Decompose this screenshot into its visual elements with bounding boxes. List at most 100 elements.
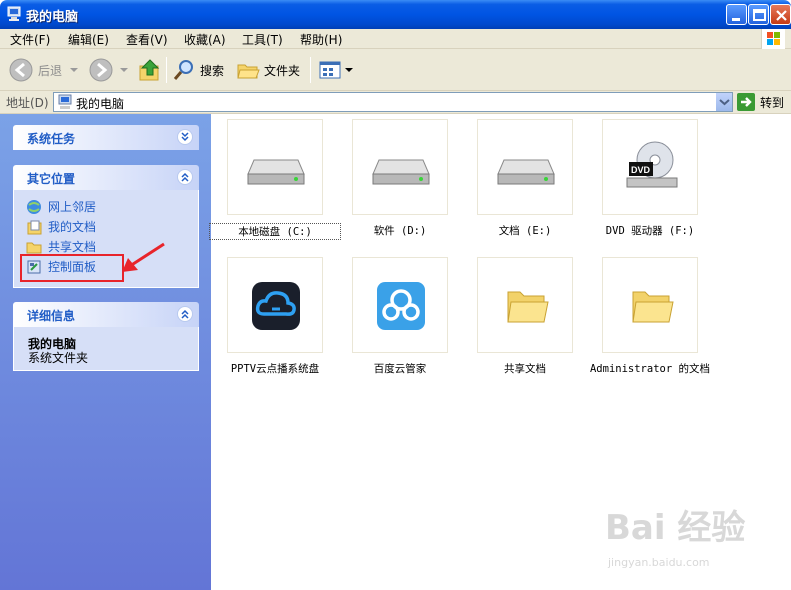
- item-thumbnail: [352, 119, 448, 215]
- minimize-button[interactable]: [726, 4, 747, 25]
- details-title: 详细信息: [27, 309, 76, 323]
- computer-icon: [7, 6, 21, 21]
- hard-drive-icon: [497, 159, 555, 185]
- maximize-button[interactable]: [748, 4, 769, 25]
- item-thumbnail: [352, 257, 448, 353]
- system-tasks-header[interactable]: 系统任务: [13, 125, 199, 150]
- views-icon: [319, 61, 341, 79]
- menu-help[interactable]: 帮助(H): [300, 31, 342, 48]
- pptv-cloud-icon: [252, 282, 300, 330]
- item-thumbnail: [477, 257, 573, 353]
- forward-arrow-icon: [89, 58, 113, 82]
- windows-logo-icon: [761, 29, 785, 49]
- menu-favorites[interactable]: 收藏(A): [184, 31, 226, 48]
- item-thumbnail: [227, 257, 323, 353]
- item-label: DVD 驱动器 (F:): [605, 225, 695, 237]
- red-arrow-annotation: [122, 242, 165, 272]
- task-pane: 系统任务 其它位置 网上邻居 我的文档 共享文档 控制面板 详细信息 我的电脑 …: [0, 114, 211, 590]
- link-my-documents[interactable]: 我的文档: [26, 218, 96, 235]
- address-field[interactable]: 我的电脑: [53, 92, 733, 112]
- other-places-title: 其它位置: [27, 172, 76, 186]
- system-tasks-title: 系统任务: [27, 132, 76, 146]
- back-button[interactable]: 后退: [8, 52, 80, 88]
- address-dropdown-button[interactable]: [715, 93, 732, 111]
- hard-drive-icon: [247, 159, 305, 185]
- collapse-chevron-icon[interactable]: [177, 306, 193, 322]
- details-header[interactable]: 详细信息: [13, 302, 199, 327]
- expand-chevron-icon[interactable]: [177, 129, 193, 145]
- minimize-icon: [732, 18, 740, 21]
- window-title: 我的电脑: [26, 10, 79, 25]
- maximize-icon: [753, 9, 766, 21]
- menu-file[interactable]: 文件(F): [10, 31, 50, 48]
- menu-edit[interactable]: 编辑(E): [68, 31, 109, 48]
- item-thumbnail: [227, 119, 323, 215]
- toolbar: 后退 搜索 文件夹: [0, 49, 791, 91]
- back-label: 后退: [38, 63, 63, 78]
- item-thumbnail: DVD: [602, 119, 698, 215]
- folders-icon: [237, 64, 260, 79]
- dvd-drive-icon: DVD: [626, 141, 678, 188]
- up-folder-icon: [139, 59, 160, 81]
- menu-view[interactable]: 查看(V): [126, 31, 168, 48]
- folder-icon: [632, 291, 674, 323]
- forward-button[interactable]: [88, 52, 130, 88]
- address-bar: 地址(D) 我的电脑 转到: [0, 91, 791, 114]
- link-label: 网上邻居: [48, 200, 97, 214]
- baidu-cloud-icon: [377, 282, 425, 330]
- item-label: Administrator 的文档: [589, 363, 710, 375]
- go-button[interactable]: 转到: [737, 93, 784, 111]
- item-thumbnail: [477, 119, 573, 215]
- folders-label: 文件夹: [264, 63, 301, 78]
- chevron-down-icon: [345, 68, 353, 72]
- details-panel: 详细信息 我的电脑 系统文件夹: [13, 302, 199, 371]
- folders-button[interactable]: 文件夹: [236, 52, 300, 88]
- highlight-box: [20, 254, 124, 282]
- my-documents-icon: [27, 220, 42, 234]
- back-arrow-icon: [9, 58, 33, 82]
- link-shared-documents[interactable]: 共享文档: [26, 238, 96, 255]
- svg-text:DVD: DVD: [631, 165, 651, 175]
- menu-bar: 文件(F) 编辑(E) 查看(V) 收藏(A) 工具(T) 帮助(H): [0, 29, 791, 49]
- item-label: 本地磁盘 (C:): [209, 223, 341, 240]
- chevron-down-icon: [719, 99, 730, 106]
- item-label: 软件 (D:): [373, 225, 427, 237]
- shared-folder-icon: [26, 242, 42, 253]
- hard-drive-icon: [372, 159, 430, 185]
- search-icon: [173, 60, 193, 80]
- search-label: 搜索: [200, 63, 225, 78]
- item-label: 百度云管家: [373, 363, 427, 375]
- link-network-places[interactable]: 网上邻居: [26, 198, 96, 215]
- search-button[interactable]: 搜索: [172, 52, 224, 88]
- chevron-down-icon: [70, 68, 79, 72]
- toolbar-separator: [166, 57, 167, 83]
- computer-icon: [58, 94, 72, 109]
- close-icon: [776, 10, 787, 21]
- views-button[interactable]: [318, 52, 354, 88]
- address-label: 地址(D): [6, 96, 49, 110]
- network-places-icon: [27, 199, 41, 214]
- item-label: PPTV云点播系统盘: [230, 363, 320, 375]
- item-label: 文档 (E:): [498, 225, 552, 237]
- chevron-down-icon: [120, 68, 128, 72]
- link-label: 我的文档: [48, 220, 97, 234]
- item-label: 共享文档: [504, 363, 546, 375]
- go-label: 转到: [760, 95, 785, 110]
- other-places-header[interactable]: 其它位置: [13, 165, 199, 190]
- item-thumbnail: [602, 257, 698, 353]
- go-arrow-icon: [737, 93, 755, 111]
- watermark-url: jingyan.baidu.com: [608, 556, 710, 569]
- details-description: 系统文件夹: [28, 351, 89, 365]
- details-body: 我的电脑 系统文件夹: [13, 327, 199, 371]
- up-folder-button[interactable]: [138, 52, 162, 88]
- watermark-logo: Bai 经验: [605, 508, 746, 548]
- title-bar[interactable]: 我的电脑: [0, 0, 791, 29]
- folder-icon: [507, 291, 549, 323]
- system-tasks-panel: 系统任务: [13, 125, 199, 150]
- link-label: 共享文档: [48, 240, 97, 254]
- collapse-chevron-icon[interactable]: [177, 169, 193, 185]
- toolbar-separator: [310, 57, 311, 83]
- menu-tools[interactable]: 工具(T): [242, 31, 283, 48]
- close-button[interactable]: [770, 4, 791, 25]
- address-value: 我的电脑: [76, 97, 125, 111]
